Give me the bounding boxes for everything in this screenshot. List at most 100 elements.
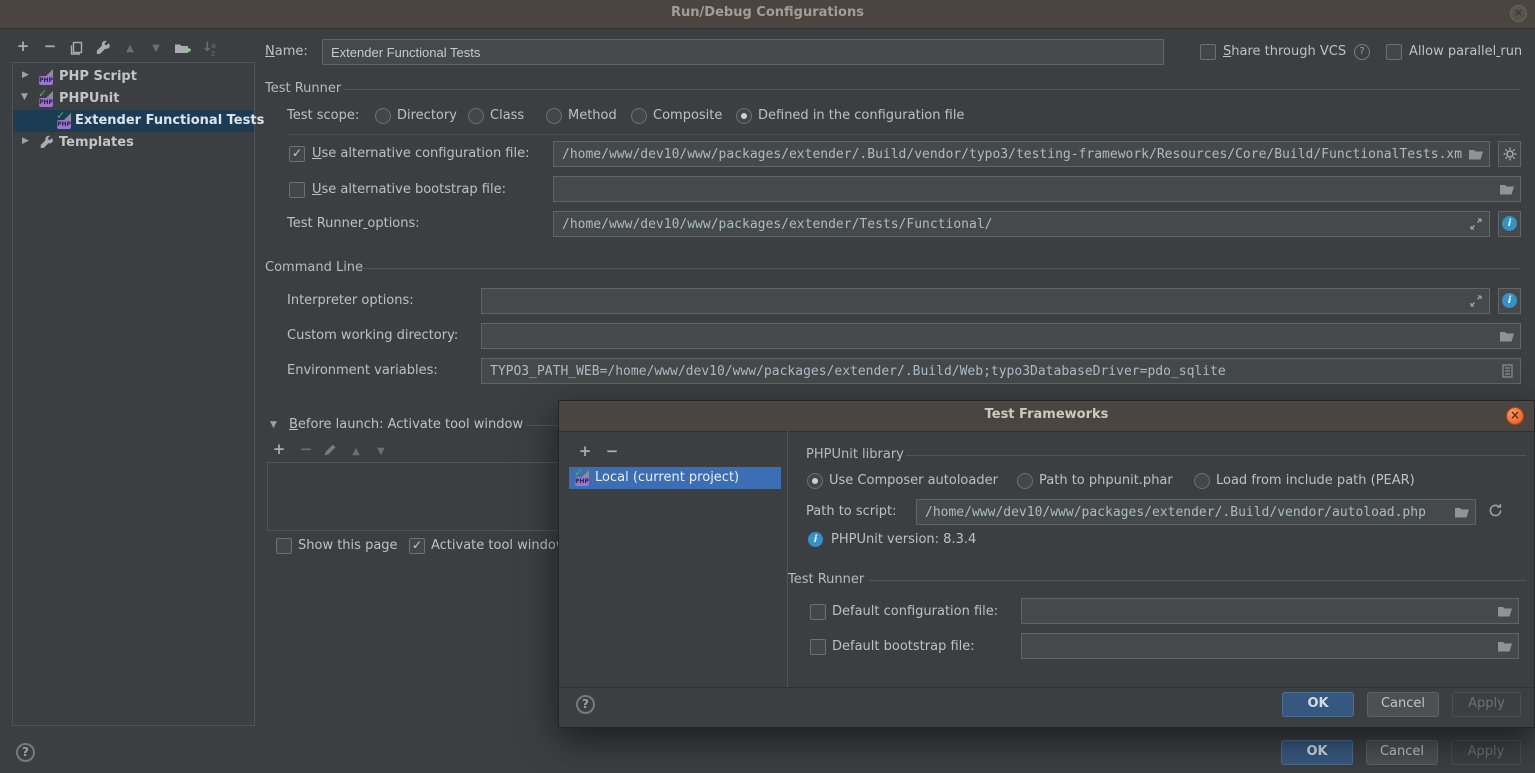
folder-icon[interactable] [1499, 328, 1515, 344]
dialog-help-icon[interactable]: ? [576, 695, 595, 714]
dialog-cancel-button[interactable]: Cancel [1367, 692, 1439, 717]
default-bootstrap-file-checkbox[interactable]: ✓ [810, 639, 826, 655]
include-path-pear-radio[interactable] [1194, 473, 1210, 489]
composer-autoloader-radio-label[interactable]: Use Composer autoloader [829, 473, 998, 488]
tree-item-templates[interactable]: ▶ Templates [13, 132, 254, 154]
before-launch-label: Before launch: Activate tool window [289, 417, 523, 432]
name-label: Name: [265, 44, 308, 59]
before-launch-move-down-icon[interactable]: ▼ [372, 443, 390, 461]
new-folder-icon[interactable] [174, 40, 192, 58]
show-this-page-checkbox[interactable]: ✓ [276, 538, 292, 554]
group-divider [357, 268, 1520, 269]
before-launch-edit-pencil-icon[interactable] [323, 443, 341, 461]
composer-autoloader-radio[interactable] [807, 473, 823, 489]
alt-bootstrap-path-input[interactable] [553, 176, 1521, 202]
default-config-file-checkbox[interactable]: ✓ [810, 604, 826, 620]
scope-radio-defined-in-config[interactable] [736, 108, 752, 124]
framework-list-item-label[interactable]: Local (current project) [595, 470, 739, 485]
scope-radio-composite[interactable] [631, 108, 647, 124]
scope-radio-directory-label[interactable]: Directory [397, 108, 457, 123]
sort-configurations-icon[interactable]: ↓ a z [201, 39, 219, 57]
remove-configuration-button[interactable]: − [41, 38, 59, 56]
scope-radio-defined-in-config-label[interactable]: Defined in the configuration file [758, 108, 964, 123]
interpreter-options-input[interactable] [481, 288, 1490, 314]
test-scope-label: Test scope: [287, 108, 359, 123]
group-divider [906, 455, 1526, 456]
before-launch-remove-button[interactable]: − [297, 441, 315, 459]
folder-icon[interactable] [1497, 603, 1513, 619]
default-bootstrap-file-input[interactable] [1021, 633, 1519, 659]
folder-icon[interactable] [1499, 181, 1515, 197]
use-alt-config-checkbox[interactable]: ✓ [289, 146, 305, 162]
test-runner-options-input[interactable] [553, 211, 1490, 237]
window-titlebar: Run/Debug Configurations × [0, 0, 1535, 29]
ok-button[interactable]: OK [1281, 740, 1353, 765]
share-through-vcs-checkbox[interactable]: ✓ [1200, 44, 1216, 60]
tree-item-phpunit[interactable]: ▼ PHP ✓ PHPUnit [13, 88, 254, 110]
dialog-ok-button[interactable]: OK [1282, 692, 1354, 717]
tree-item-extender-functional-tests[interactable]: PHP ✓ Extender Functional Tests [13, 110, 254, 132]
include-path-pear-radio-label[interactable]: Load from include path (PEAR) [1216, 473, 1415, 488]
info-icon: i [808, 532, 823, 547]
chevron-down-icon[interactable]: ▼ [21, 92, 28, 102]
share-through-vcs-label: Share through VCS [1223, 44, 1346, 59]
chevron-right-icon[interactable]: ▶ [22, 70, 29, 80]
window-close-icon[interactable]: × [1510, 5, 1527, 22]
configurations-tree: ▶ PHP PHP Script ▼ PHP ✓ PHPUnit PHP ✓ E… [12, 62, 255, 726]
path-to-script-input[interactable] [916, 499, 1476, 525]
folder-icon[interactable] [1497, 638, 1513, 654]
edit-defaults-wrench-icon[interactable] [95, 40, 113, 58]
framework-add-button[interactable]: + [576, 443, 594, 461]
tree-item-label[interactable]: Extender Functional Tests [75, 113, 264, 128]
chevron-right-icon[interactable]: ▶ [22, 136, 29, 146]
name-input[interactable] [322, 39, 1164, 65]
cancel-button[interactable]: Cancel [1366, 740, 1438, 765]
interpreter-options-info-button[interactable]: i [1498, 288, 1521, 314]
add-configuration-button[interactable]: + [14, 38, 32, 56]
scope-radio-composite-label[interactable]: Composite [653, 108, 722, 123]
scope-radio-class[interactable] [468, 108, 484, 124]
phpunit-phar-radio-label[interactable]: Path to phpunit.phar [1039, 473, 1173, 488]
environment-variables-input[interactable] [481, 358, 1521, 384]
before-launch-collapse-icon[interactable]: ▼ [270, 420, 277, 430]
refresh-icon[interactable] [1487, 502, 1504, 519]
phpunit-phar-radio[interactable] [1017, 473, 1033, 489]
before-launch-add-button[interactable]: + [270, 441, 288, 459]
dialog-close-icon[interactable]: × [1506, 407, 1524, 425]
framework-list-item-local[interactable]: PHP ✓ Local (current project) [569, 467, 781, 489]
tree-item-php-script[interactable]: ▶ PHP PHP Script [13, 66, 254, 88]
folder-icon[interactable] [1454, 504, 1470, 520]
env-list-icon[interactable] [1500, 363, 1515, 379]
test-runner-options-info-button[interactable]: i [1498, 211, 1521, 237]
copy-configuration-icon[interactable] [68, 40, 86, 58]
expand-field-icon[interactable] [1468, 216, 1484, 232]
tree-item-label[interactable]: Templates [59, 135, 134, 150]
custom-working-directory-input[interactable] [481, 323, 1521, 349]
framework-remove-button[interactable]: − [603, 443, 621, 461]
alt-config-settings-button[interactable] [1498, 141, 1521, 167]
allow-parallel-run-checkbox[interactable]: ✓ [1386, 44, 1402, 60]
move-up-icon[interactable]: ▲ [121, 40, 139, 58]
tree-item-label[interactable]: PHP Script [59, 69, 137, 84]
move-down-icon[interactable]: ▼ [147, 40, 165, 58]
phpunit-icon: PHP ✓ [57, 113, 73, 129]
default-config-file-label: Default configuration file: [832, 604, 998, 619]
use-alt-bootstrap-checkbox[interactable]: ✓ [289, 182, 305, 198]
tree-item-label[interactable]: PHPUnit [59, 91, 119, 106]
activate-tool-window-checkbox[interactable]: ✓ [409, 538, 425, 554]
alt-config-path-input[interactable] [553, 141, 1490, 167]
scope-radio-method[interactable] [546, 108, 562, 124]
scope-radio-class-label[interactable]: Class [490, 108, 524, 123]
vcs-help-icon[interactable]: ? [1354, 44, 1370, 60]
dialog-apply-button[interactable]: Apply [1452, 692, 1521, 717]
folder-icon[interactable] [1468, 146, 1484, 162]
scope-radio-method-label[interactable]: Method [568, 108, 617, 123]
templates-wrench-icon [39, 135, 54, 150]
before-launch-move-up-icon[interactable]: ▲ [347, 443, 365, 461]
expand-field-icon[interactable] [1468, 293, 1484, 309]
scope-radio-directory[interactable] [375, 108, 391, 124]
group-divider [343, 89, 1520, 90]
default-config-file-input[interactable] [1021, 598, 1519, 624]
help-icon[interactable]: ? [16, 743, 35, 762]
apply-button[interactable]: Apply [1451, 740, 1521, 765]
